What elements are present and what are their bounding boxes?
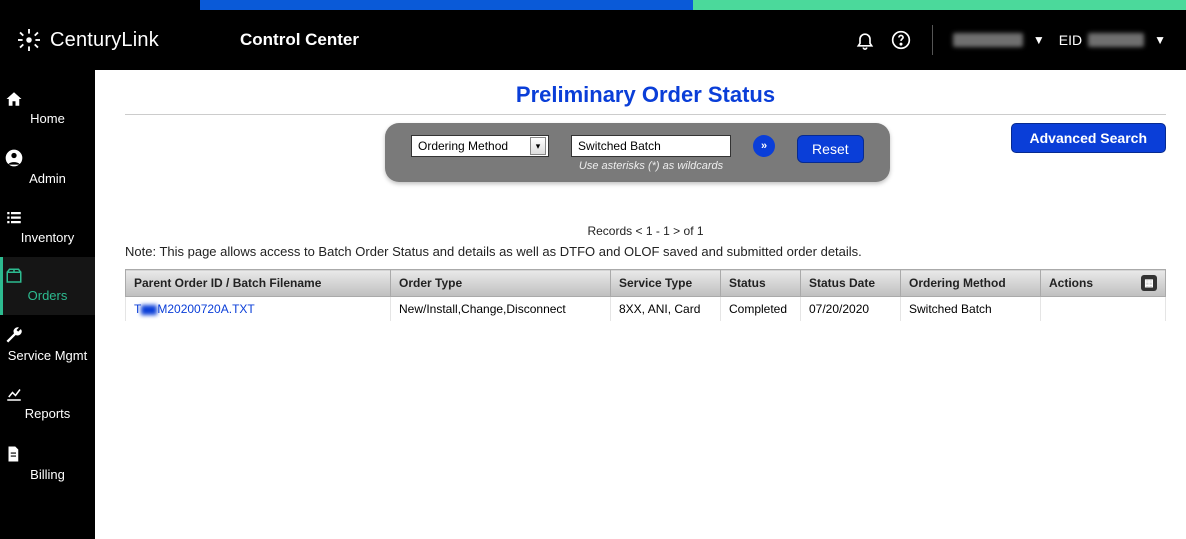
- col-service-type[interactable]: Service Type: [611, 270, 721, 297]
- orders-table: Parent Order ID / Batch Filename Order T…: [125, 269, 1166, 321]
- page-note: Note: This page allows access to Batch O…: [125, 244, 1166, 259]
- chart-line-icon: [4, 385, 91, 403]
- app-header: CenturyLink Control Center ▼ EID ▼: [0, 10, 1186, 70]
- user-name-redacted: [953, 33, 1023, 47]
- cell-service-type: 8XX, ANI, Card: [611, 297, 721, 322]
- product-name: Control Center: [240, 30, 359, 50]
- eid-menu[interactable]: EID ▼: [1059, 32, 1166, 48]
- page-title: Preliminary Order Status: [125, 74, 1166, 114]
- sidebar-item-service[interactable]: Service Mgmt: [0, 315, 95, 375]
- sidebar-item-billing[interactable]: Billing: [0, 434, 95, 494]
- filename-redacted: [141, 305, 157, 315]
- cell-status: Completed: [721, 297, 801, 322]
- col-filename[interactable]: Parent Order ID / Batch Filename: [126, 270, 391, 297]
- cell-order-type: New/Install,Change,Disconnect: [391, 297, 611, 322]
- eid-value-redacted: [1088, 33, 1144, 47]
- header-divider: [932, 25, 933, 55]
- col-status-date[interactable]: Status Date: [801, 270, 901, 297]
- brand-logo: CenturyLink: [18, 29, 200, 52]
- wildcard-hint: Use asterisks (*) as wildcards: [579, 160, 723, 172]
- col-status[interactable]: Status: [721, 270, 801, 297]
- filter-select-value: Ordering Method: [418, 139, 508, 153]
- main-content: Preliminary Order Status Ordering Method…: [95, 70, 1186, 539]
- sidebar-item-inventory[interactable]: Inventory: [0, 199, 95, 257]
- search-pill: Ordering Method ▾ Use asterisks (*) as w…: [385, 123, 890, 182]
- brand-text: CenturyLink: [50, 29, 159, 52]
- table-header-row: Parent Order ID / Batch Filename Order T…: [126, 270, 1166, 297]
- home-icon: [4, 90, 91, 108]
- col-ordering-method[interactable]: Ordering Method: [901, 270, 1041, 297]
- help-icon[interactable]: [890, 29, 912, 51]
- cell-status-date: 07/20/2020: [801, 297, 901, 322]
- col-actions[interactable]: Actions ▦: [1041, 270, 1166, 297]
- bell-icon[interactable]: [854, 29, 876, 51]
- table-row: TM20200720A.TXT New/Install,Change,Disco…: [126, 297, 1166, 322]
- search-go-button[interactable]: »: [753, 135, 775, 157]
- records-count: Records < 1 - 1 > of 1: [125, 224, 1166, 238]
- column-settings-icon[interactable]: ▦: [1141, 275, 1157, 291]
- batch-filename-link[interactable]: TM20200720A.TXT: [134, 302, 255, 316]
- cell-actions: [1041, 297, 1166, 322]
- filter-select[interactable]: Ordering Method ▾: [411, 135, 549, 157]
- search-bar: Ordering Method ▾ Use asterisks (*) as w…: [125, 123, 1166, 182]
- wrench-icon: [4, 325, 91, 345]
- list-icon: [4, 209, 91, 227]
- reset-button[interactable]: Reset: [797, 135, 864, 163]
- cell-ordering-method: Switched Batch: [901, 297, 1041, 322]
- top-stripe: [0, 0, 1186, 10]
- chevron-down-icon: ▼: [1033, 33, 1045, 47]
- sidebar-item-home[interactable]: Home: [0, 80, 95, 138]
- brand-mark-icon: [18, 29, 40, 51]
- box-icon: [4, 267, 91, 285]
- title-rule: [125, 114, 1166, 115]
- eid-label: EID: [1059, 32, 1082, 48]
- col-order-type[interactable]: Order Type: [391, 270, 611, 297]
- sidebar-item-admin[interactable]: Admin: [0, 138, 95, 198]
- sidebar: Home Admin Inventory Orders Service Mgmt: [0, 70, 95, 539]
- document-icon: [4, 444, 91, 464]
- double-chevron-right-icon: »: [761, 140, 767, 152]
- chevron-down-icon: ▾: [530, 137, 546, 155]
- sidebar-item-orders[interactable]: Orders: [0, 257, 95, 315]
- chevron-down-icon: ▼: [1154, 33, 1166, 47]
- advanced-search-button[interactable]: Advanced Search: [1011, 123, 1167, 153]
- account-menu[interactable]: ▼: [953, 33, 1045, 47]
- user-circle-icon: [4, 148, 91, 168]
- filter-text-input[interactable]: [571, 135, 731, 157]
- sidebar-item-reports[interactable]: Reports: [0, 375, 95, 433]
